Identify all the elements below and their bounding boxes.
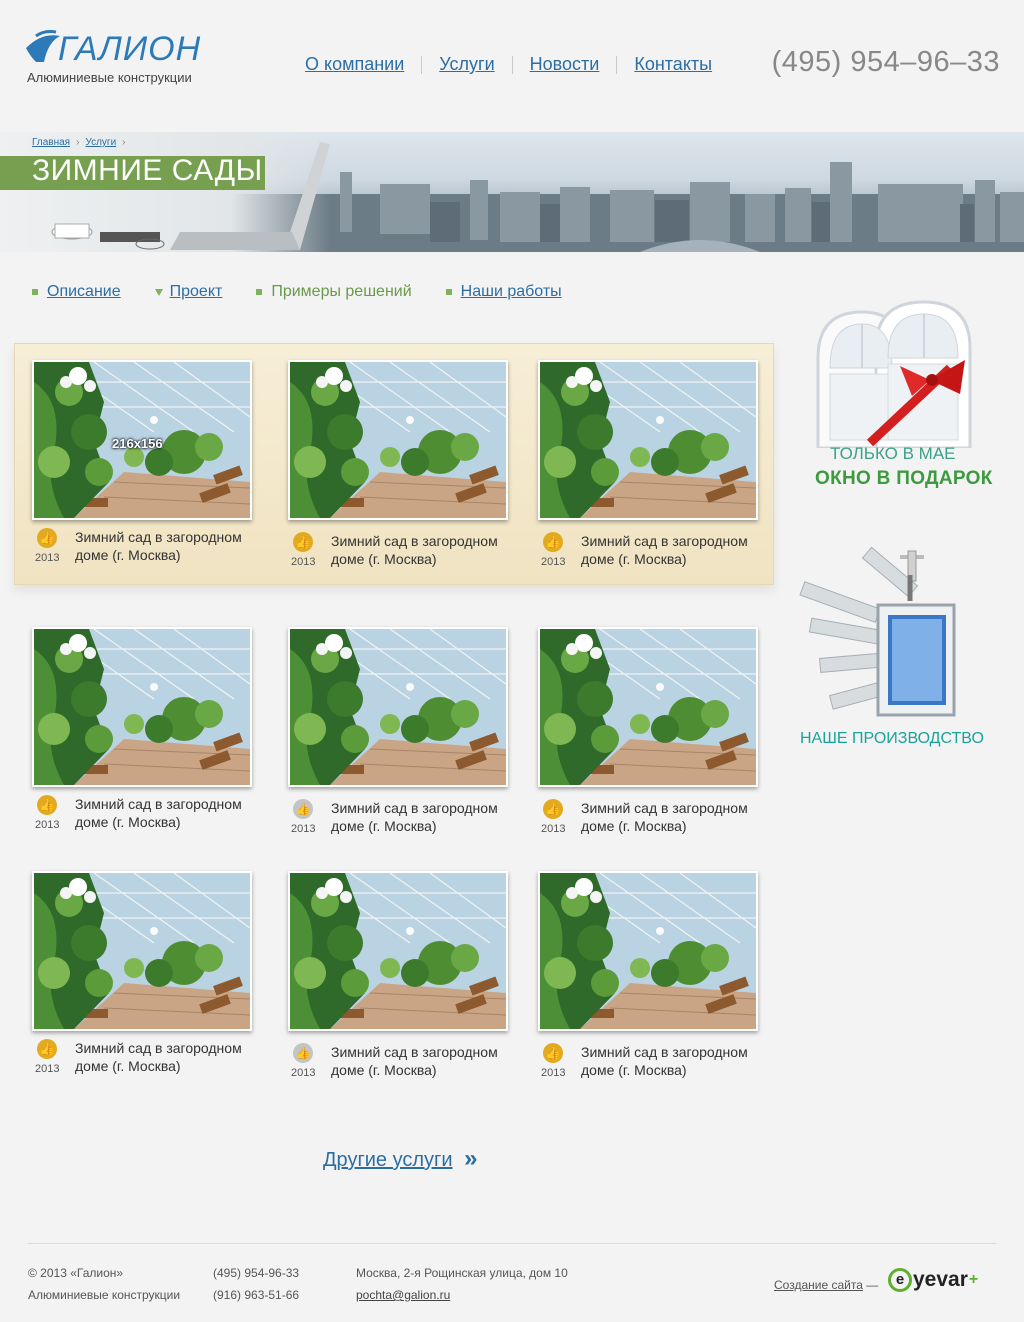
- promo-production-label[interactable]: НАШЕ ПРОИЗВОДСТВО: [800, 730, 984, 748]
- thumbs-up-grey-icon[interactable]: 👍: [293, 1043, 313, 1063]
- project-title[interactable]: Зимний сад в загородном доме (г. Москва): [581, 532, 771, 568]
- project-year: 2013: [35, 819, 60, 831]
- project-year: 2013: [541, 556, 566, 568]
- tab-description-label[interactable]: Описание: [47, 283, 121, 301]
- project-year: 2013: [35, 1063, 60, 1075]
- double-chevron-right-icon[interactable]: »: [464, 1145, 477, 1172]
- project-year: 2013: [35, 552, 60, 564]
- logo-subtitle: Алюминиевые конструкции: [27, 70, 192, 85]
- thumbs-up-icon[interactable]: 👍: [37, 1039, 57, 1059]
- project-title[interactable]: Зимний сад в загородном доме (г. Москва): [75, 528, 265, 564]
- tab-project-label[interactable]: Проект: [170, 283, 223, 301]
- winter-garden-photo[interactable]: [288, 871, 508, 1031]
- yevar-logo[interactable]: e yevar +: [888, 1268, 978, 1292]
- tab-description[interactable]: Описание: [32, 283, 121, 301]
- nav-divider: [511, 55, 513, 74]
- square-bullet-icon: [445, 289, 452, 295]
- arched-windows-with-bow-icon: [816, 300, 972, 450]
- yevar-wordmark: yevar: [913, 1268, 968, 1291]
- project-title[interactable]: Зимний сад в загородном доме (г. Москва): [75, 795, 265, 831]
- main-nav: О компании Услуги Новости Контакты: [305, 54, 712, 75]
- winter-garden-photo[interactable]: [32, 627, 252, 787]
- section-tabs: Описание Проект Примеры решений Наши раб…: [32, 283, 596, 301]
- footer-email-wrap: pochta@galion.ru: [356, 1288, 450, 1302]
- winter-garden-photo[interactable]: [288, 360, 508, 520]
- project-year: 2013: [291, 1067, 316, 1079]
- project-year: 2013: [541, 823, 566, 835]
- breadcrumb-separator-icon: ›: [76, 137, 80, 148]
- project-year: 2013: [291, 823, 316, 835]
- window-profiles-icon: [799, 546, 956, 717]
- promo-production[interactable]: [790, 545, 970, 725]
- project-title[interactable]: Зимний сад в загородном доме (г. Москва): [581, 799, 771, 835]
- nav-divider: [616, 55, 618, 74]
- square-bullet-icon: [256, 289, 263, 295]
- nav-news[interactable]: Новости: [530, 54, 600, 75]
- ship-logo-icon: [26, 30, 60, 62]
- winter-garden-photo[interactable]: [538, 360, 758, 520]
- nav-services[interactable]: Услуги: [439, 54, 494, 75]
- project-title[interactable]: Зимний сад в загородном доме (г. Москва): [331, 1043, 521, 1079]
- desk-with-laptop-image: [0, 132, 330, 252]
- tab-our-works-label[interactable]: Наши работы: [461, 283, 562, 301]
- winter-garden-photo[interactable]: [32, 871, 252, 1031]
- thumbs-up-icon[interactable]: 👍: [543, 532, 563, 552]
- other-services-link[interactable]: Другие услуги: [323, 1149, 453, 1171]
- project-year: 2013: [291, 556, 316, 568]
- square-bullet-icon: [32, 289, 38, 295]
- thumbs-up-icon[interactable]: 👍: [293, 532, 313, 552]
- breadcrumb-services[interactable]: Услуги: [85, 137, 116, 148]
- plus-icon: +: [968, 1271, 979, 1288]
- nav-about[interactable]: О компании: [305, 54, 404, 75]
- site-credit: Создание сайта —: [774, 1278, 878, 1292]
- breadcrumb-home[interactable]: Главная: [32, 137, 70, 148]
- footer-phone-1: (495) 954-96-33: [213, 1266, 300, 1280]
- promo-gift-line2[interactable]: ОКНО В ПОДАРОК: [815, 468, 993, 490]
- footer-email-link[interactable]: pochta@galion.ru: [356, 1288, 450, 1302]
- winter-garden-photo[interactable]: [288, 627, 508, 787]
- tab-solution-examples-label: Примеры решений: [271, 283, 412, 300]
- breadcrumb: Главная › Услуги ›: [32, 137, 126, 148]
- promo-gift-line1: ТОЛЬКО В МАЕ: [830, 444, 956, 463]
- page-banner: Главная › Услуги › ЗИМНИЕ САДЫ: [0, 132, 1024, 252]
- winter-garden-photo[interactable]: 216x156: [32, 360, 252, 520]
- tab-solution-examples[interactable]: Примеры решений: [256, 283, 412, 301]
- winter-garden-photo[interactable]: [538, 627, 758, 787]
- tab-project[interactable]: Проект: [154, 283, 223, 301]
- project-title[interactable]: Зимний сад в загородном доме (г. Москва): [331, 799, 521, 835]
- nav-contacts[interactable]: Контакты: [634, 54, 712, 75]
- other-services[interactable]: Другие услуги »: [323, 1145, 477, 1173]
- thumbs-up-grey-icon[interactable]: 👍: [293, 799, 313, 819]
- yevar-e-icon: e: [888, 1268, 912, 1292]
- image-size-label: 216x156: [112, 436, 163, 451]
- triangle-bullet-icon: [154, 288, 163, 296]
- footer-subtitle: Алюминиевые конструкции: [28, 1288, 181, 1302]
- site-credit-link[interactable]: Создание сайта: [774, 1278, 863, 1292]
- footer-address: Москва, 2-я Рощинская улица, дом 10: [356, 1266, 568, 1280]
- site-credit-dash: —: [866, 1278, 879, 1292]
- logo-text: ГАЛИОН: [58, 30, 202, 68]
- footer-copyright: © 2013 «Галион»: [28, 1266, 124, 1280]
- thumbs-up-icon[interactable]: 👍: [37, 528, 57, 548]
- project-year: 2013: [541, 1067, 566, 1079]
- winter-garden-photo[interactable]: [538, 871, 758, 1031]
- footer-phone-2: (916) 963-51-66: [213, 1288, 300, 1302]
- footer-divider: [28, 1243, 996, 1244]
- nav-divider: [421, 55, 423, 74]
- tab-our-works[interactable]: Наши работы: [445, 283, 562, 301]
- thumbs-up-icon[interactable]: 👍: [37, 795, 57, 815]
- project-title[interactable]: Зимний сад в загородном доме (г. Москва): [581, 1043, 771, 1079]
- project-title[interactable]: Зимний сад в загородном доме (г. Москва): [75, 1039, 265, 1075]
- header-phone: (495) 954–96–33: [771, 46, 1000, 78]
- thumbs-up-icon[interactable]: 👍: [543, 1043, 563, 1063]
- breadcrumb-separator-icon: ›: [122, 137, 126, 148]
- page-title: ЗИМНИЕ САДЫ: [32, 154, 263, 187]
- project-title[interactable]: Зимний сад в загородном доме (г. Москва): [331, 532, 521, 568]
- thumbs-up-icon[interactable]: 👍: [543, 799, 563, 819]
